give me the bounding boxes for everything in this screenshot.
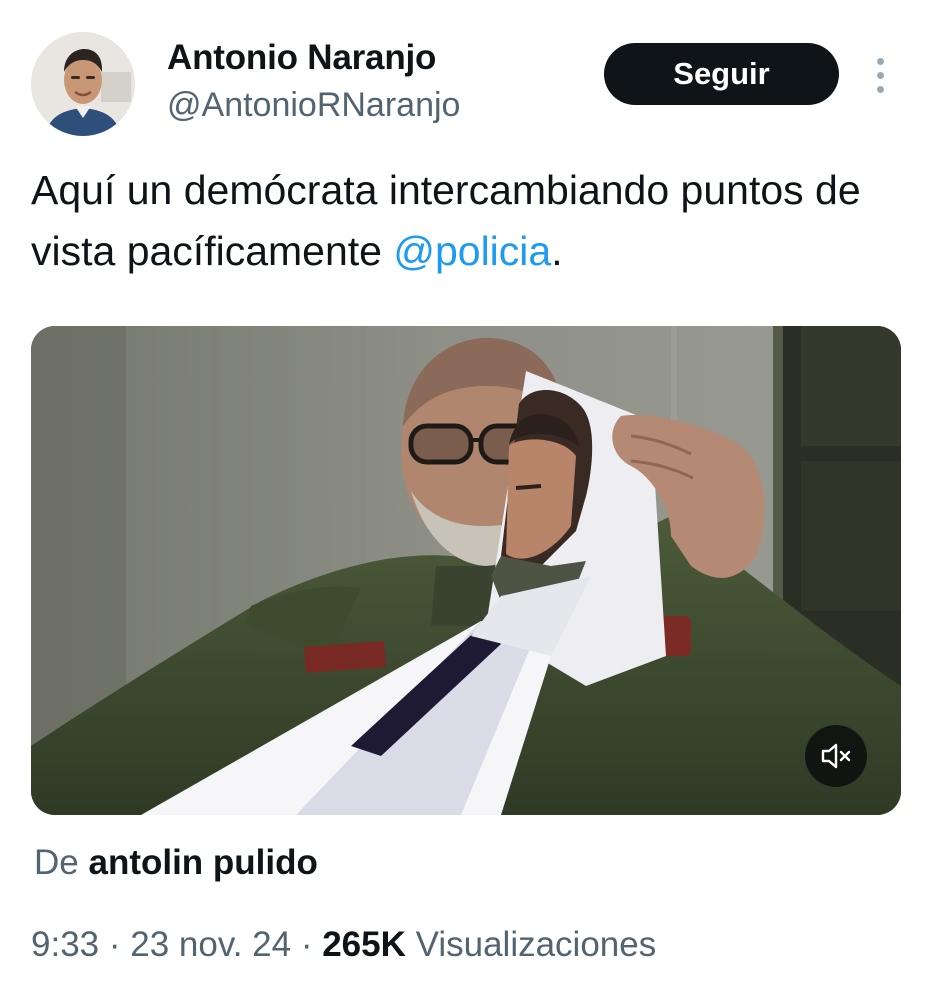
avatar[interactable] xyxy=(31,32,135,136)
tweet-meta: 9:33 · 23 nov. 24 · 265K Visualizaciones xyxy=(31,925,656,965)
meta-separator: · xyxy=(99,925,131,964)
more-dot xyxy=(876,85,884,93)
follow-button[interactable]: Seguir xyxy=(604,43,839,105)
tweet-text: Aquí un demócrata intercambiando puntos … xyxy=(31,160,911,282)
video-player[interactable] xyxy=(31,326,901,815)
avatar-image xyxy=(31,32,135,136)
video-frame xyxy=(31,326,901,815)
views-count: 265K xyxy=(322,925,406,964)
attribution-prefix: De xyxy=(34,843,79,882)
tweet-time[interactable]: 9:33 xyxy=(31,925,99,964)
meta-separator: · xyxy=(291,925,323,964)
author-display-name[interactable]: Antonio Naranjo xyxy=(167,38,436,78)
attribution-user-link[interactable]: antolin pulido xyxy=(88,843,317,882)
author-handle[interactable]: @AntonioRNaranjo xyxy=(167,86,460,125)
more-dot xyxy=(876,57,884,65)
tweet-date[interactable]: 23 nov. 24 xyxy=(130,925,291,964)
mention-link[interactable]: @policia xyxy=(393,228,551,274)
tweet: Antonio Naranjo @AntonioRNaranjo Seguir … xyxy=(0,0,932,1000)
volume-muted-icon[interactable] xyxy=(805,725,867,787)
video-attribution: De antolin pulido xyxy=(34,843,318,883)
more-dot xyxy=(876,71,884,79)
tweet-text-end: . xyxy=(551,228,563,274)
speaker-muted-glyph xyxy=(821,743,851,769)
views-label: Visualizaciones xyxy=(415,925,657,964)
more-vertical-icon[interactable] xyxy=(862,52,898,98)
